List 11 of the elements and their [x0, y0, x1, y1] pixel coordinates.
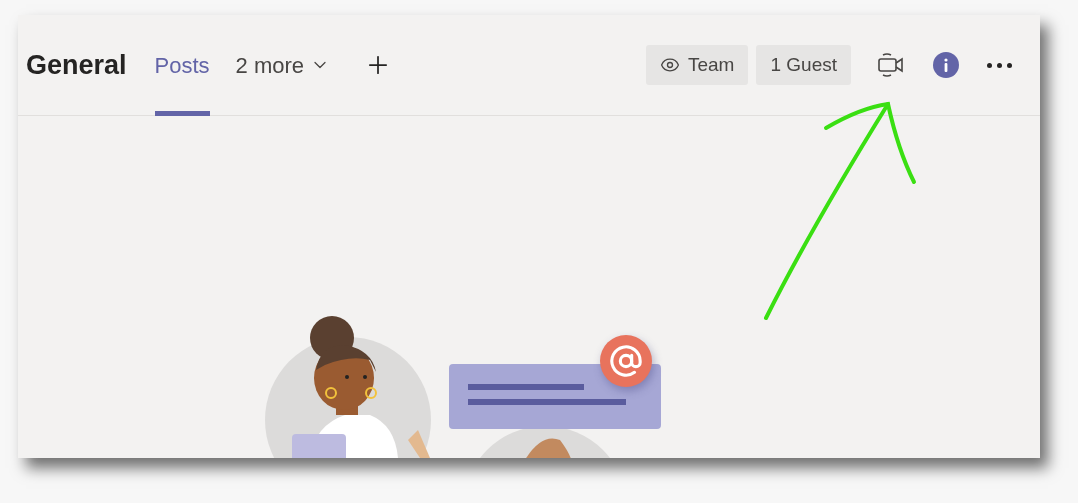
video-camera-icon	[877, 51, 905, 79]
team-visibility-button[interactable]: Team	[646, 45, 749, 85]
info-icon	[943, 58, 949, 72]
more-tabs-dropdown[interactable]: 2 more	[235, 15, 331, 116]
more-options-button[interactable]	[987, 62, 1012, 68]
guest-count-button[interactable]: 1 Guest	[756, 45, 851, 85]
channel-title: General	[26, 48, 127, 82]
channel-tab[interactable]: Posts	[154, 15, 210, 116]
meet-video-button[interactable]	[877, 51, 905, 79]
info-button[interactable]	[933, 52, 959, 78]
mention-badge-icon	[600, 335, 652, 387]
